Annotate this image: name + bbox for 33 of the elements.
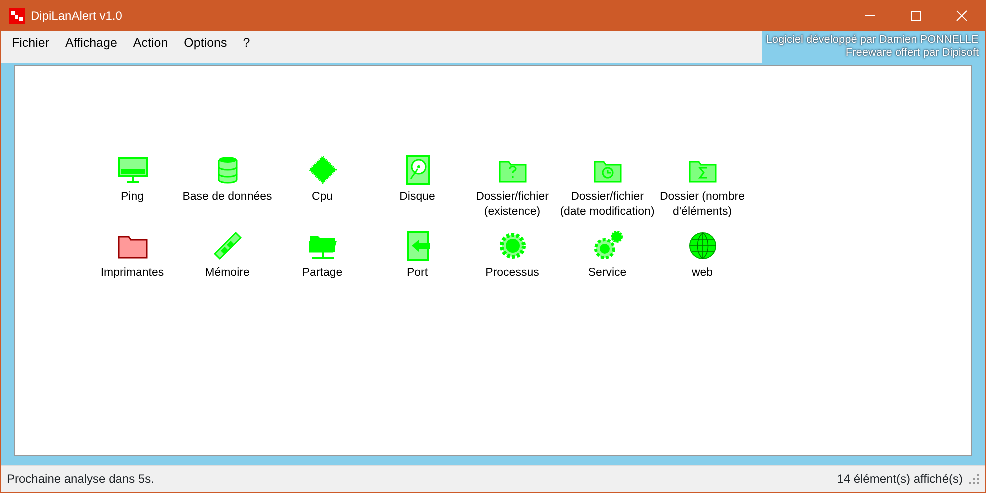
item-label[interactable]: Partage — [302, 266, 343, 281]
item-label[interactable]: Cpu — [312, 190, 334, 205]
resize-grip-icon — [969, 474, 979, 484]
credit-text: Logiciel développé par Damien PONNELLE — [766, 34, 979, 47]
close-icon — [956, 10, 968, 22]
menu-item[interactable]: Affichage — [58, 31, 126, 63]
window-title: DipiLanAlert v1.0 — [31, 8, 122, 25]
menu-item[interactable]: ? — [235, 31, 258, 63]
gears-icon[interactable] — [592, 230, 624, 262]
menu-item[interactable]: Fichier — [4, 31, 58, 63]
item-label[interactable]: Processus — [486, 266, 540, 281]
chip-icon[interactable] — [306, 154, 338, 186]
item-label[interactable]: Disque — [400, 190, 436, 205]
credit-text: Freeware offert par Dipisoft — [844, 47, 979, 60]
item-label[interactable]: Ping — [120, 190, 144, 205]
item-label[interactable]: Mémoire — [205, 266, 250, 281]
menu-item[interactable]: Action — [125, 31, 176, 63]
item-label[interactable]: web — [692, 266, 714, 281]
memory-stick-icon[interactable] — [212, 230, 244, 262]
status-text: Prochaine analyse dans 5s. — [7, 471, 154, 488]
menu-item[interactable]: Options — [176, 31, 236, 63]
item-label[interactable]: Service — [588, 266, 627, 281]
item-label[interactable]: Imprimantes — [100, 266, 164, 281]
item-count: 14 élément(s) affiché(s) — [837, 471, 963, 488]
app-icon — [9, 8, 25, 24]
maximize-icon — [910, 10, 922, 22]
item-label[interactable]: Dossier/fichier (existence) — [465, 190, 560, 220]
item-label[interactable]: Port — [406, 266, 428, 281]
item-label[interactable]: Base de données — [182, 190, 272, 205]
item-label[interactable]: Dossier/fichier (date modification) — [560, 190, 655, 220]
monitor-icon[interactable] — [116, 154, 148, 186]
globe-icon[interactable] — [686, 230, 718, 262]
item-label[interactable]: Dossier (nombre d'éléments) — [655, 190, 750, 220]
